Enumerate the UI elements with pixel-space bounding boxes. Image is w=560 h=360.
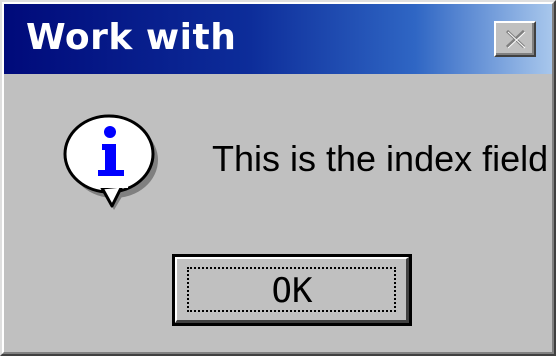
close-button[interactable] (494, 21, 536, 57)
dialog-message: This is the index field (212, 138, 549, 179)
ok-button-label: OK (271, 271, 313, 311)
ok-button[interactable]: OK (172, 254, 412, 326)
dialog-title: Work with (26, 17, 237, 58)
info-icon (63, 114, 158, 210)
close-icon (505, 29, 526, 49)
message-dialog: Work with This is the index field OK (0, 0, 556, 356)
title-bar[interactable]: Work with (4, 4, 552, 74)
